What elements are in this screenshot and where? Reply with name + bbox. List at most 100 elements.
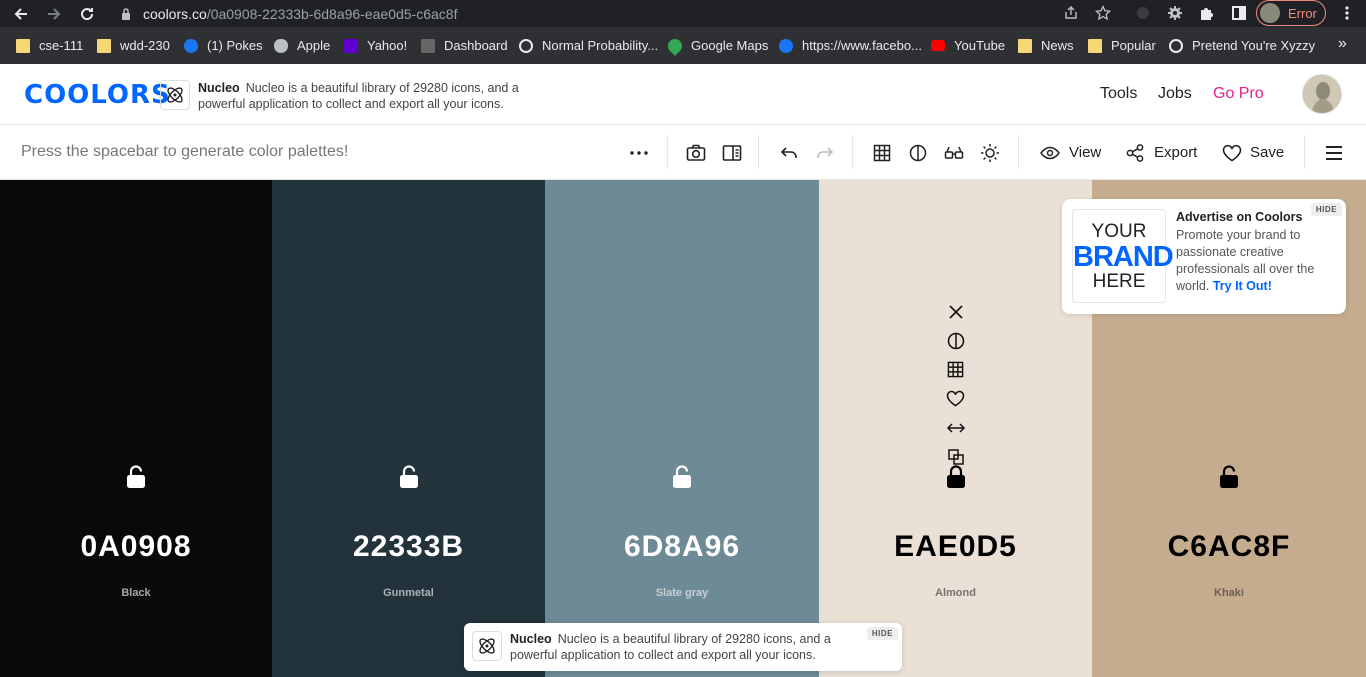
globe-icon — [519, 38, 533, 53]
undo-icon[interactable] — [777, 141, 801, 165]
share-nodes-icon[interactable] — [1123, 141, 1147, 165]
nav-tools[interactable]: Tools — [1100, 85, 1137, 103]
back-icon[interactable] — [10, 3, 32, 25]
bookmark-item[interactable]: Apple — [274, 38, 330, 53]
drag-arrows-icon[interactable] — [944, 413, 968, 442]
export-button[interactable]: Export — [1154, 144, 1197, 161]
color-name[interactable]: Black — [0, 587, 272, 599]
profile-error-label: Error — [1288, 5, 1317, 21]
palette-color-column[interactable]: EAE0D5 Almond — [819, 180, 1092, 677]
bookmarks-overflow-button[interactable]: » — [1338, 35, 1347, 53]
view-shades-grid-icon[interactable] — [944, 355, 968, 384]
advertise-card[interactable]: YOUR BRAND HERE Advertise on Coolors Pro… — [1062, 199, 1346, 314]
reload-icon[interactable] — [76, 3, 98, 25]
bookmark-item[interactable]: Normal Probability... — [519, 38, 658, 53]
bookmark-item[interactable]: Google Maps — [665, 35, 768, 56]
nucleo-atom-icon — [472, 631, 502, 661]
palette-color-column[interactable]: 0A0908 Black — [0, 180, 272, 677]
unlocked-icon[interactable] — [399, 465, 419, 489]
camera-icon[interactable] — [684, 141, 708, 165]
bottom-ad-banner[interactable]: Nucleo Nucleo is a beautiful library of 2… — [464, 623, 902, 671]
redo-icon[interactable] — [813, 141, 837, 165]
save-button[interactable]: Save — [1250, 144, 1284, 161]
share-icon[interactable] — [1060, 2, 1082, 24]
toolbar-divider — [852, 135, 853, 169]
toolbar-divider — [1304, 135, 1305, 169]
color-hex-code[interactable]: 0A0908 — [0, 530, 272, 564]
extension-icon[interactable] — [1132, 2, 1154, 24]
unlocked-icon[interactable] — [1219, 465, 1239, 489]
hide-ad-button[interactable]: HIDE — [866, 627, 898, 640]
yahoo-icon — [344, 38, 358, 53]
nav-jobs[interactable]: Jobs — [1158, 85, 1192, 103]
shades-icon[interactable] — [944, 326, 968, 355]
folder-icon — [97, 38, 111, 53]
bookmarks-bar: cse-111 wdd-230 (1) Pokes Apple Yahoo! D… — [0, 27, 1366, 64]
toolbar-divider — [667, 135, 668, 169]
app-header: COOLORS Nucleo Nucleo is a beautiful libr… — [0, 64, 1366, 125]
lock-icon — [121, 7, 131, 20]
heart-icon[interactable] — [1220, 141, 1244, 165]
bookmark-item[interactable]: News — [1018, 38, 1074, 53]
bookmark-item[interactable]: Yahoo! — [344, 38, 407, 53]
unlocked-icon[interactable] — [946, 465, 966, 489]
header-ad-brand: Nucleo — [198, 81, 240, 95]
bookmark-item[interactable]: YouTube — [931, 38, 1005, 53]
eye-icon[interactable] — [1038, 141, 1062, 165]
color-hex-code[interactable]: 6D8A96 — [545, 530, 819, 564]
color-name[interactable]: Khaki — [1092, 587, 1366, 599]
bookmark-item[interactable]: https://www.facebo... — [779, 38, 922, 53]
bookmark-item[interactable]: Popular — [1088, 38, 1156, 53]
bottom-ad-text: Nucleo Nucleo is a beautiful library of 2… — [510, 631, 855, 663]
forward-icon[interactable] — [43, 3, 65, 25]
color-hex-code[interactable]: EAE0D5 — [819, 530, 1092, 564]
ad-image-line: HERE — [1092, 271, 1146, 292]
color-name[interactable]: Gunmetal — [272, 587, 545, 599]
unlocked-icon[interactable] — [672, 465, 692, 489]
nav-go-pro[interactable]: Go Pro — [1213, 85, 1264, 103]
bookmark-label: Pretend You're Xyzzy — [1192, 38, 1316, 53]
bookmark-label: News — [1041, 38, 1074, 53]
bookmark-item[interactable]: cse-111 — [16, 38, 83, 53]
color-name[interactable]: Almond — [819, 587, 1092, 599]
view-button[interactable]: View — [1069, 144, 1101, 161]
bookmark-label: Apple — [297, 38, 331, 53]
address-bar[interactable]: coolors.co/0a0908-22333b-6d8a96-eae0d5-c… — [113, 2, 1134, 25]
palette-color-column[interactable]: 22333B Gunmetal — [272, 180, 545, 677]
bookmark-label: Normal Probability... — [542, 38, 659, 53]
profile-error-button[interactable]: Error — [1256, 0, 1326, 26]
color-tools — [944, 297, 968, 471]
folder-icon — [1018, 38, 1032, 53]
remove-color-icon[interactable] — [944, 297, 968, 326]
glasses-icon[interactable] — [942, 141, 966, 165]
grid-icon[interactable] — [870, 141, 894, 165]
favorite-heart-icon[interactable] — [944, 384, 968, 413]
bookmark-item[interactable]: wdd-230 — [97, 38, 170, 53]
user-avatar[interactable] — [1302, 74, 1342, 114]
more-options-icon[interactable] — [627, 141, 651, 165]
chrome-menu-icon[interactable] — [1336, 2, 1358, 24]
hamburger-menu-icon[interactable] — [1322, 141, 1346, 165]
bookmark-star-icon[interactable] — [1092, 2, 1114, 24]
puzzle-extensions-icon[interactable] — [1196, 2, 1218, 24]
apple-icon — [274, 38, 288, 53]
try-it-out-link[interactable]: Try It Out! — [1213, 279, 1272, 293]
color-hex-code[interactable]: 22333B — [272, 530, 545, 564]
palette-color-column[interactable]: 6D8A96 Slate gray — [545, 180, 819, 677]
bookmark-item[interactable]: (1) Pokes — [184, 38, 263, 53]
settings-gear-icon[interactable] — [1164, 2, 1186, 24]
bookmark-item[interactable]: Pretend You're Xyzzy — [1169, 38, 1315, 53]
hide-ad-button[interactable]: HIDE — [1310, 203, 1342, 216]
color-name[interactable]: Slate gray — [545, 587, 819, 599]
header-ad[interactable]: Nucleo Nucleo is a beautiful library of 2… — [160, 80, 538, 112]
sidebar-view-icon[interactable] — [720, 141, 744, 165]
unlocked-icon[interactable] — [126, 465, 146, 489]
contrast-icon[interactable] — [906, 141, 930, 165]
bookmark-item[interactable]: Dashboard — [421, 38, 508, 53]
color-hex-code[interactable]: C6AC8F — [1092, 530, 1366, 564]
bottom-ad-description: Nucleo is a beautiful library of 29280 i… — [510, 632, 831, 662]
side-panel-icon[interactable] — [1228, 2, 1250, 24]
brightness-icon[interactable] — [978, 141, 1002, 165]
ad-image-line: BRAND — [1073, 241, 1174, 273]
coolors-logo[interactable]: COOLORS — [24, 80, 171, 110]
